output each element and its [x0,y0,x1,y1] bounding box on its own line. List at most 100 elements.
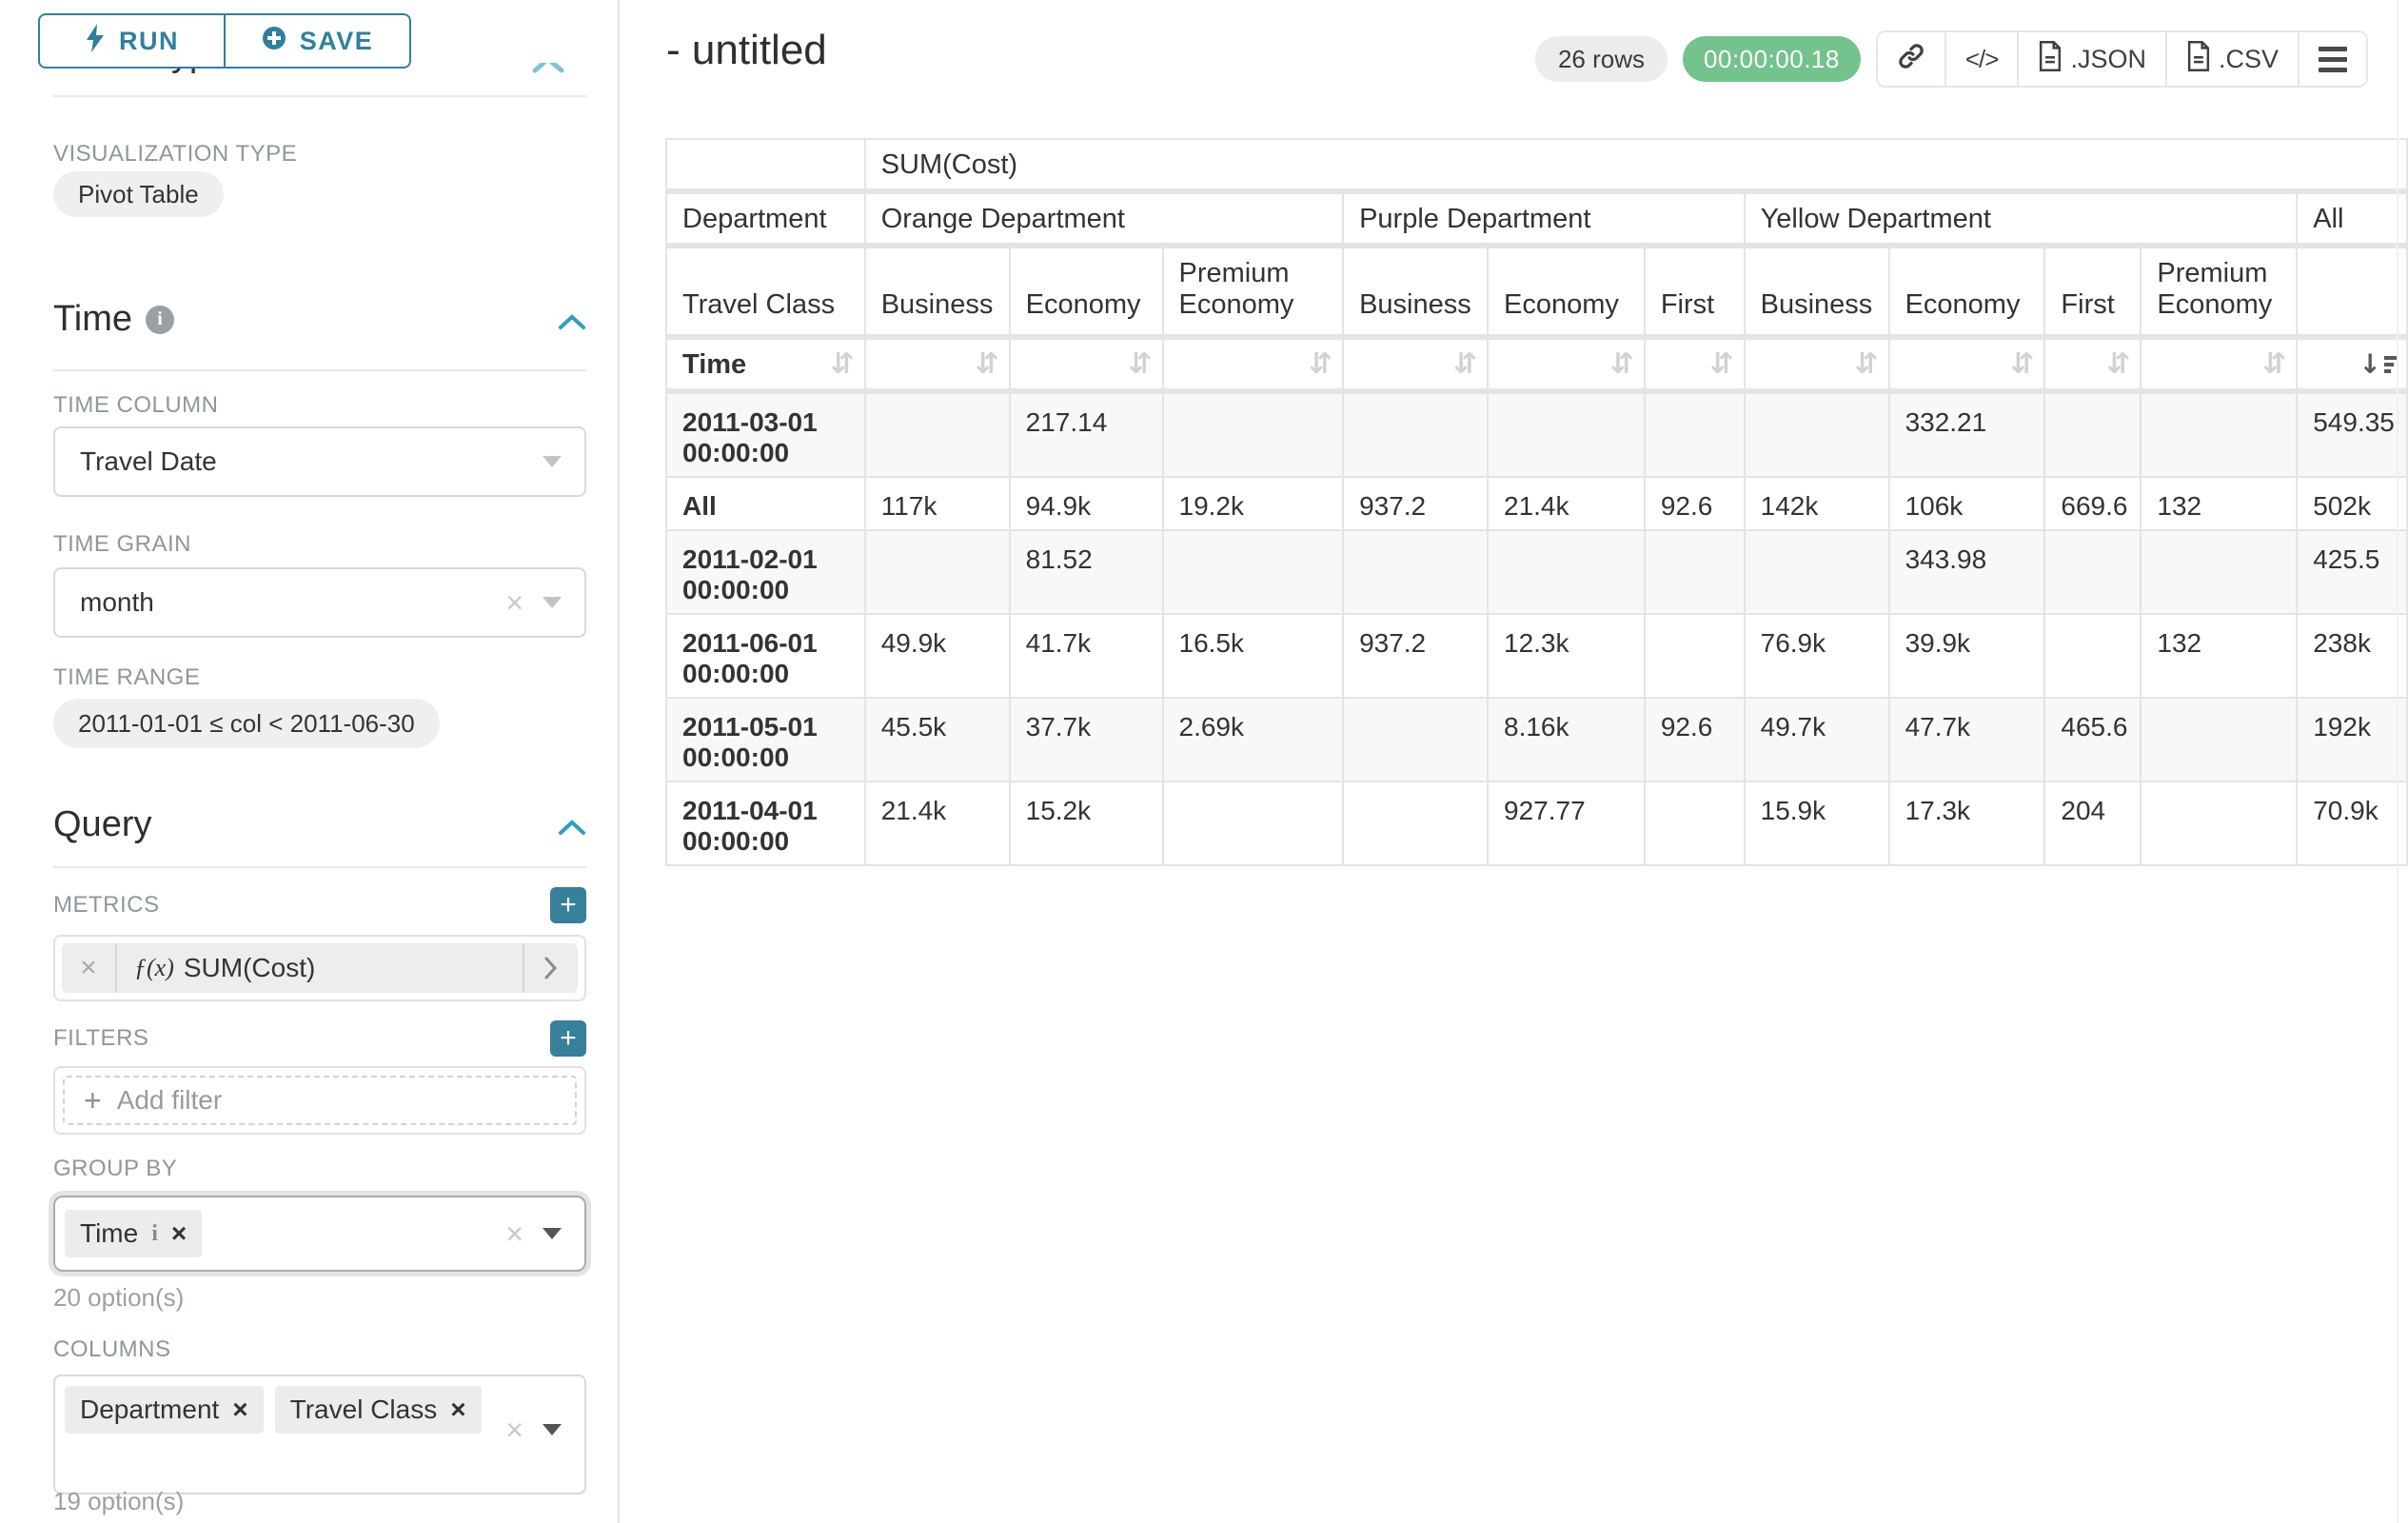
pivot-value-cell: 17.3k [1889,781,2045,865]
pivot-table-container: SUM(Cost)DepartmentOrange DepartmentPurp… [665,138,2408,866]
add-filter-plus-button[interactable]: + [550,1020,586,1057]
travel-class-header [2297,246,2407,337]
sort-icon[interactable]: ⇵ [2010,350,2034,379]
pivot-value-cell: 217.14 [1010,391,1163,477]
pivot-value-cell: 76.9k [1745,614,1889,698]
pivot-value-cell: 92.6 [1645,477,1745,530]
pivot-value-cell [1163,530,1344,614]
pivot-value-cell: 192k [2297,698,2407,781]
copy-link-button[interactable] [1878,32,1944,86]
visualization-type-value[interactable]: Pivot Table [53,171,224,217]
department-group-header: Purple Department [1343,191,1745,246]
pivot-value-cell [1488,391,1645,477]
query-section-title: Query [53,804,151,845]
query-timer-badge: 00:00:00.18 [1683,36,1861,82]
pivot-value-cell: 343.98 [1889,530,2045,614]
chart-panel: - untitled 26 rows 00:00:00.18 </ [622,0,2408,1523]
pivot-value-cell: 549.35 [2297,391,2407,477]
clear-icon[interactable]: × [496,1414,533,1445]
add-metric-button[interactable]: + [550,887,586,923]
chevron-up-icon[interactable] [558,804,586,845]
columns-tag-department[interactable]: Department × [65,1386,264,1434]
pivot-row-label: 2011-06-01 00:00:00 [666,614,865,698]
remove-tag-icon[interactable]: × [450,1394,465,1425]
pivot-value-cell [2141,781,2297,865]
pivot-value-cell: 669.6 [2044,477,2141,530]
pivot-value-cell [2141,698,2297,781]
travel-class-header: First [2044,246,2141,337]
metrics-header-row: METRICS + [53,887,586,923]
pivot-value-cell [1163,781,1344,865]
pivot-value-cell: 204 [2044,781,2141,865]
time-range-label: TIME RANGE [53,664,200,691]
columns-select[interactable]: Department × Travel Class × × [53,1375,586,1494]
pivot-row-label: 2011-03-01 00:00:00 [666,391,865,477]
clear-icon[interactable]: × [496,1218,533,1249]
columns-tag-travel-class[interactable]: Travel Class × [275,1386,482,1434]
time-range-value[interactable]: 2011-01-01 ≤ col < 2011-06-30 [53,699,440,748]
info-icon[interactable]: i [146,306,174,334]
visualization-type-label: VISUALIZATION TYPE [53,141,297,168]
pivot-value-cell: 21.4k [865,781,1010,865]
function-icon: ƒ(x) [134,954,174,982]
sort-icon[interactable]: ⇵ [975,350,998,379]
file-csv-icon [2186,41,2211,78]
pivot-value-cell [1645,614,1745,698]
row-count-badge: 26 rows [1535,36,1668,82]
metric-item[interactable]: × ƒ(x) SUM(Cost) [62,943,578,993]
sort-icon[interactable]: ⇵ [2262,350,2286,379]
remove-tag-icon[interactable]: × [171,1218,187,1249]
section-divider [53,866,586,868]
group-by-tag-time[interactable]: Time i × [65,1210,202,1257]
time-section-header: Time i [53,299,586,340]
tag-label: Department [80,1394,219,1425]
more-options-button[interactable] [2298,32,2366,86]
save-button[interactable]: SAVE [224,15,409,67]
remove-metric-icon[interactable]: × [62,943,117,993]
sort-icon[interactable]: ⇵ [1709,350,1733,379]
time-column-value: Travel Date [80,446,217,477]
sort-icon[interactable]: ⇵ [1610,350,1634,379]
group-by-select[interactable]: Time i × × [53,1196,586,1272]
time-column-select[interactable]: Travel Date [53,426,586,497]
pivot-value-cell [865,530,1010,614]
export-csv-button[interactable]: .CSV [2165,32,2298,86]
embed-code-button[interactable]: </> [1944,32,2018,86]
sort-icon[interactable]: ⇵ [2106,350,2130,379]
clear-icon[interactable]: × [496,587,533,618]
remove-tag-icon[interactable]: × [232,1394,247,1425]
add-filter-dropzone[interactable]: + Add filter [63,1076,577,1125]
sort-descending-icon[interactable]: ↓ [2359,351,2397,378]
pivot-value-cell [1645,781,1745,865]
sort-icon[interactable]: ⇵ [1128,350,1152,379]
export-json-button[interactable]: .JSON [2017,32,2165,86]
time-grain-label: TIME GRAIN [53,531,191,558]
time-grain-value: month [80,587,154,618]
sortable-column-header: ↓ [2297,337,2407,391]
sort-icon[interactable]: ⇵ [831,350,855,379]
pivot-value-cell: 70.9k [2297,781,2407,865]
pivot-table: SUM(Cost)DepartmentOrange DepartmentPurp… [665,138,2408,866]
sort-icon[interactable]: ⇵ [1854,350,1878,379]
metrics-label: METRICS [53,892,160,919]
chevron-right-icon[interactable] [523,943,578,993]
chevron-up-icon[interactable] [558,299,586,340]
pivot-value-cell: 8.16k [1488,698,1645,781]
columns-options-hint: 19 option(s) [53,1487,184,1516]
sortable-column-header: ⇵ [1745,337,1889,391]
pivot-value-cell: 106k [1889,477,2045,530]
pivot-value-cell: 45.5k [865,698,1010,781]
run-button[interactable]: RUN [40,15,224,67]
sortable-column-header: ⇵ [1010,337,1163,391]
sortable-column-header: ⇵ [1163,337,1344,391]
sort-icon[interactable]: ⇵ [1453,350,1477,379]
pivot-value-cell [2044,530,2141,614]
info-icon[interactable]: i [151,1221,158,1247]
export-button-group: </> .JSON [1876,30,2368,88]
pivot-value-cell: 15.2k [1010,781,1163,865]
sort-icon[interactable]: ⇵ [1309,350,1332,379]
travel-class-header: Business [865,246,1010,337]
time-grain-select[interactable]: month × [53,567,586,638]
pivot-value-cell: 81.52 [1010,530,1163,614]
metrics-control: × ƒ(x) SUM(Cost) [53,935,586,1001]
